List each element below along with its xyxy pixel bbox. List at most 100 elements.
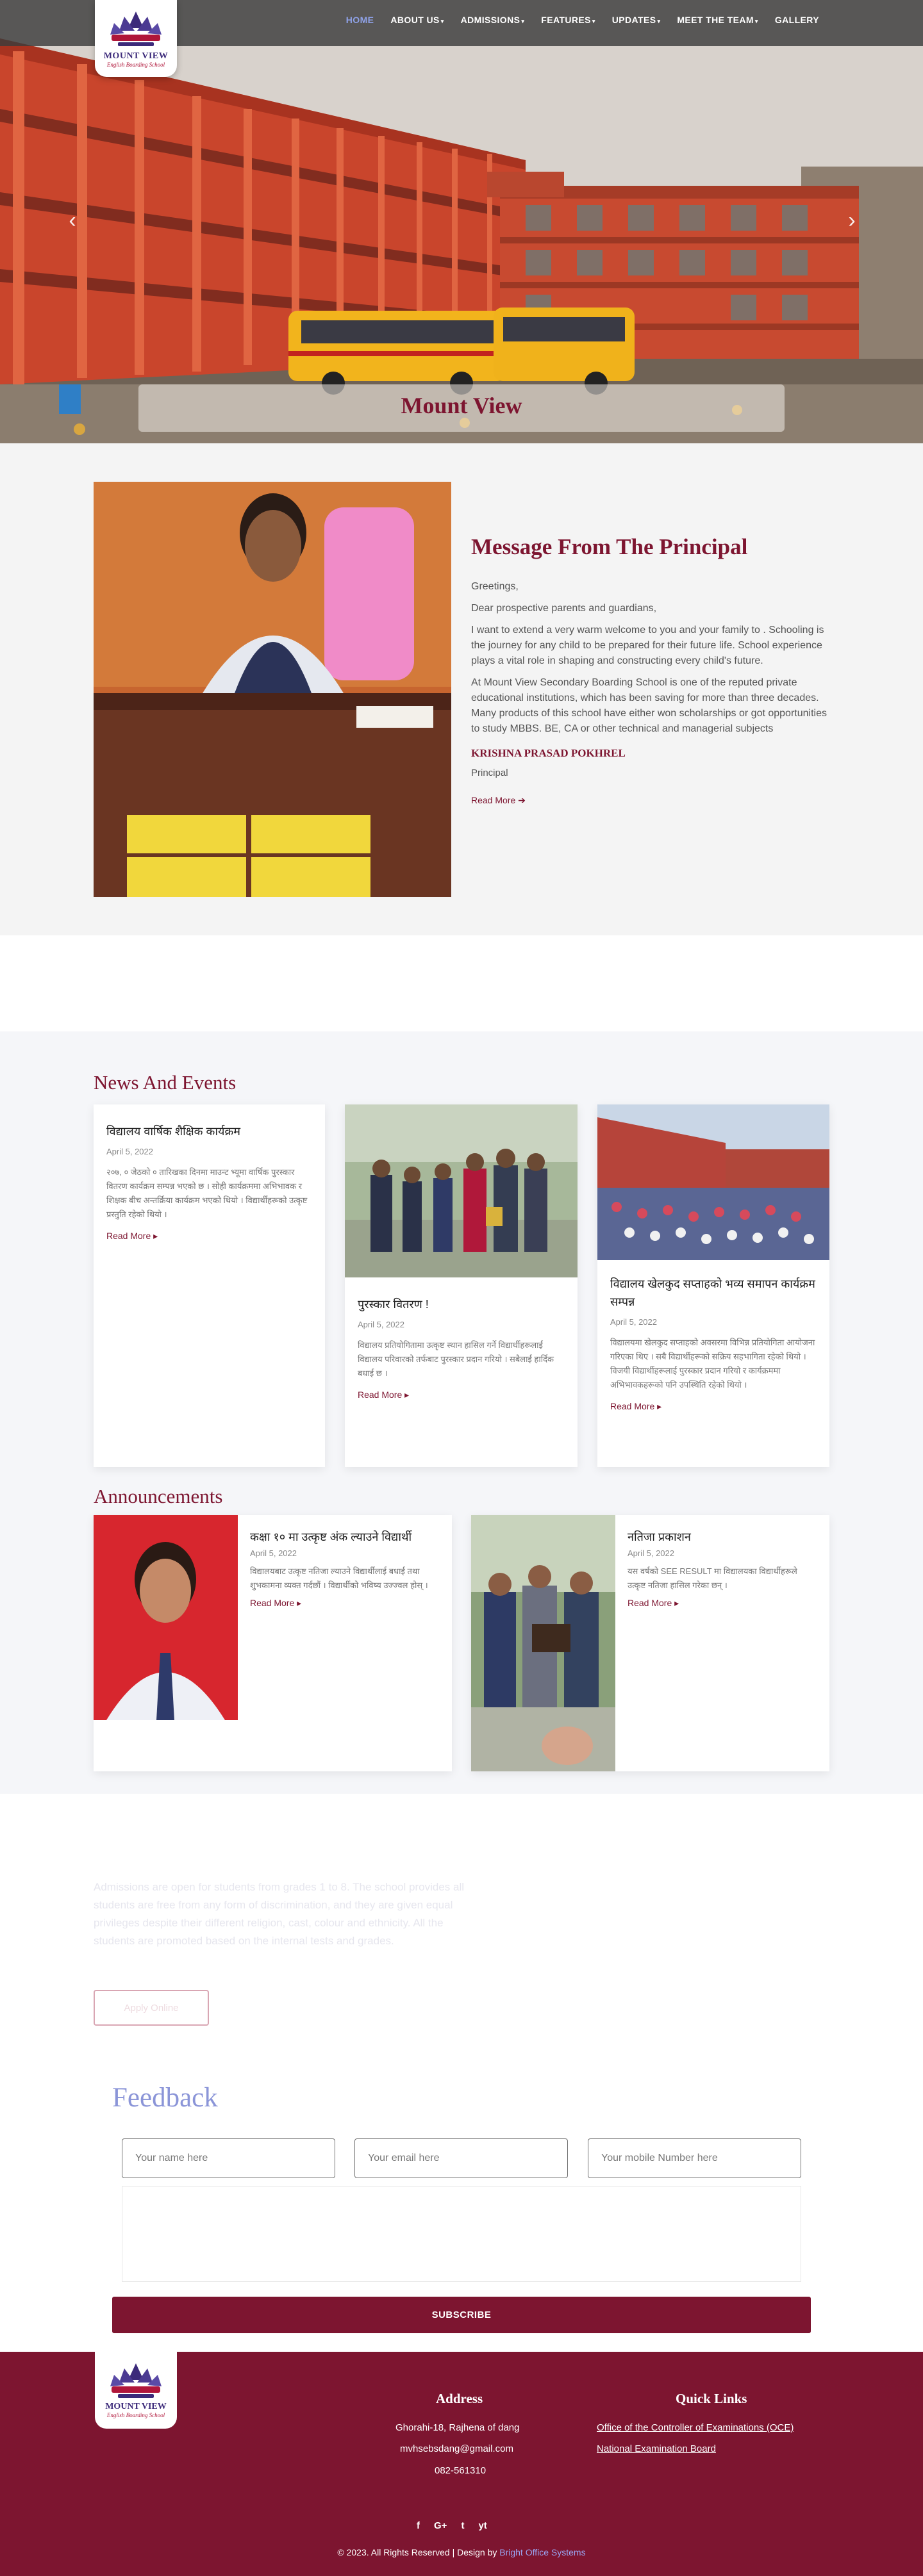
nav-home[interactable]: HOME (346, 15, 374, 25)
read-more-label: Read More (250, 1598, 295, 1608)
footer-link-oce[interactable]: Office of the Controller of Examinations… (597, 2422, 794, 2433)
principal-salutation: Dear prospective parents and guardians, (471, 603, 657, 614)
news-read-more-link[interactable]: Read More ▸ (610, 1401, 661, 1412)
news-card-date: April 5, 2022 (358, 1320, 404, 1329)
nav-updates-label: UPDATES (611, 15, 656, 25)
footer-phone[interactable]: 082-561310 (435, 2465, 486, 2476)
nav-home-label: HOME (345, 15, 374, 25)
chevron-right-icon: ▸ (657, 1401, 662, 1411)
principal-message: Message From The Principal Greetings, De… (471, 534, 830, 807)
principal-read-more-link[interactable]: Read More ➔ (471, 795, 526, 806)
facebook-icon[interactable]: f (417, 2520, 420, 2531)
nav-admissions[interactable]: ADMISSIONS ▾ (461, 15, 525, 25)
hero-next-arrow-icon[interactable]: › (844, 206, 860, 234)
news-section-title: News And Events (94, 1071, 237, 1094)
school-assembly-image (597, 1104, 829, 1260)
copyright-text: © 2023. All Rights Reserved | Design by (337, 2547, 497, 2557)
announcements-section-title: Announcements (94, 1485, 223, 1507)
read-more-label: Read More (628, 1598, 672, 1608)
youtube-icon[interactable]: yt (478, 2520, 486, 2531)
announcement-read-more-link[interactable]: Read More ▸ (250, 1598, 301, 1609)
social-links: f G+ t yt (417, 2520, 487, 2531)
footer-logo-title: MOUNT VIEW (105, 2402, 167, 2411)
principal-name: KRISHNA PRASAD POKHREL (471, 747, 626, 759)
read-more-label: Read More (106, 1231, 151, 1241)
news-card-title[interactable]: पुरस्कार वितरण ! (358, 1295, 565, 1313)
subscribe-button[interactable]: SUBSCRIBE (112, 2297, 811, 2333)
news-card[interactable]: पुरस्कार वितरण ! April 5, 2022 विद्यालय … (345, 1104, 578, 1467)
award-ceremony-image (345, 1104, 578, 1277)
nav-meet-the-team[interactable]: MEET THE TEAM ▾ (677, 15, 758, 25)
nav-gallery[interactable]: GALLERY (775, 15, 819, 25)
chevron-right-icon: ▸ (297, 1598, 302, 1608)
news-card[interactable]: विद्यालय खेलकुद सप्ताहको भव्य समापन कार्… (597, 1104, 829, 1467)
copyright: © 2023. All Rights Reserved | Design by … (0, 2547, 923, 2557)
student-portrait-image (94, 1515, 238, 1720)
apply-online-button[interactable]: Apply Online (94, 1990, 209, 2026)
news-card-title[interactable]: विद्यालय वार्षिक शैक्षिक कार्यक्रम (106, 1122, 312, 1140)
nav-updates[interactable]: UPDATES ▾ (612, 15, 661, 25)
news-card-title[interactable]: विद्यालय खेलकुद सप्ताहको भव्य समापन कार्… (610, 1275, 817, 1311)
chevron-right-icon: ▸ (674, 1598, 679, 1608)
footer-email[interactable]: mvhsebsdang@gmail.com (400, 2443, 513, 2454)
news-card-image[interactable] (597, 1104, 829, 1260)
announcement-title[interactable]: कक्षा १० मा उत्कृष्ट अंक ल्याउने विद्यार… (250, 1528, 439, 1546)
announcement-card[interactable]: नतिजा प्रकाशन April 5, 2022 यस वर्षको SE… (471, 1515, 829, 1771)
school-crest-icon (110, 12, 162, 46)
google-plus-icon[interactable]: G+ (434, 2520, 447, 2531)
news-card-date: April 5, 2022 (610, 1317, 657, 1327)
footer-logo[interactable]: MOUNT VIEW English Boarding School (95, 2352, 177, 2429)
chevron-down-icon: ▾ (592, 18, 595, 24)
nav-about-us[interactable]: ABOUT US ▾ (390, 15, 444, 25)
logo-title: MOUNT VIEW (103, 51, 169, 61)
nav-features[interactable]: FEATURES ▾ (541, 15, 595, 25)
twitter-icon[interactable]: t (461, 2520, 464, 2531)
principal-photo (94, 482, 451, 897)
announcement-read-more-link[interactable]: Read More ▸ (628, 1598, 679, 1609)
principal-greeting: Greetings, (471, 581, 519, 592)
read-more-label: Read More (471, 795, 516, 805)
feedback-title: Feedback (112, 2083, 218, 2113)
school-logo[interactable]: MOUNT VIEW English Boarding School (95, 0, 177, 77)
announcement-image[interactable] (471, 1515, 615, 1771)
arrow-right-icon: ➔ (518, 795, 526, 805)
chevron-down-icon: ▾ (657, 18, 661, 24)
news-card-image[interactable] (345, 1104, 578, 1277)
announcement-title[interactable]: नतिजा प्रकाशन (628, 1528, 817, 1546)
designer-link[interactable]: Bright Office Systems (499, 2547, 585, 2557)
nav-gallery-label: GALLERY (774, 15, 819, 25)
announcement-date: April 5, 2022 (250, 1548, 297, 1558)
main-menu: HOME ABOUT US ▾ ADMISSIONS ▾ FEATURES ▾ UPD… (346, 0, 819, 40)
email-field[interactable] (354, 2138, 568, 2178)
read-more-label: Read More (358, 1390, 403, 1400)
hero-prev-arrow-icon[interactable]: ‹ (64, 206, 81, 234)
mobile-number-field[interactable] (588, 2138, 801, 2178)
nav-features-label: FEATURES (541, 15, 591, 25)
chevron-down-icon: ▾ (754, 18, 758, 24)
announcement-date: April 5, 2022 (628, 1548, 674, 1558)
principal-paragraph-1: I want to extend a very warm welcome to … (471, 625, 824, 666)
announcement-card[interactable]: कक्षा १० मा उत्कृष्ट अंक ल्याउने विद्यार… (94, 1515, 452, 1771)
chevron-right-icon: ▸ (153, 1231, 158, 1241)
news-card[interactable]: विद्यालय वार्षिक शैक्षिक कार्यक्रम April… (94, 1104, 325, 1467)
news-card-date: April 5, 2022 (106, 1147, 153, 1156)
logo-subtitle: English Boarding School (106, 62, 165, 68)
footer-logo-subtitle: English Boarding School (106, 2412, 165, 2418)
chevron-right-icon: ▸ (404, 1390, 410, 1400)
message-textarea[interactable] (122, 2186, 801, 2282)
news-card-excerpt: २०७, ० जेठको ० तारिखका दिनमा माउन्ट भ्यू… (106, 1167, 308, 1219)
principal-message-section: Message From The Principal Greetings, De… (0, 443, 923, 935)
read-more-label: Read More (610, 1401, 655, 1411)
nav-meet-the-team-label: MEET THE TEAM (677, 15, 754, 25)
hero-title: Mount View (401, 393, 522, 418)
footer-quick-links-title: Quick Links (676, 2391, 747, 2406)
footer-link-neb[interactable]: National Examination Board (597, 2443, 716, 2454)
news-read-more-link[interactable]: Read More ▸ (106, 1231, 158, 1242)
news-read-more-link[interactable]: Read More ▸ (358, 1390, 409, 1400)
principal-section-title: Message From The Principal (471, 534, 748, 559)
principal-role: Principal (471, 767, 508, 778)
chevron-down-icon: ▾ (521, 18, 525, 24)
nav-admissions-label: ADMISSIONS (460, 15, 520, 25)
announcement-image[interactable] (94, 1515, 238, 1720)
name-field[interactable] (122, 2138, 335, 2178)
